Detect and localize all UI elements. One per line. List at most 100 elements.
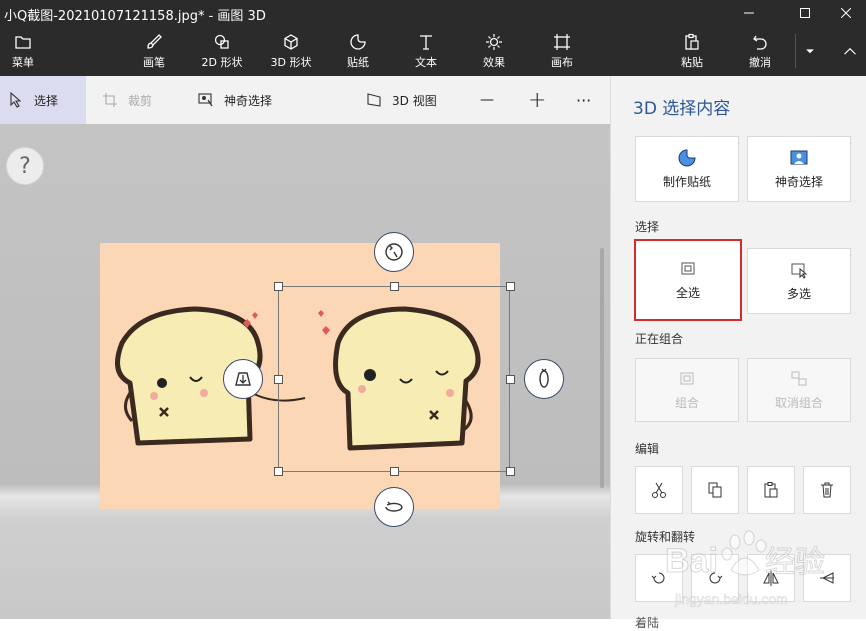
rotate-z-control[interactable]	[374, 232, 414, 272]
resize-handle-top[interactable]	[390, 282, 399, 291]
chevron-down-icon	[806, 49, 814, 54]
shapes2d-button[interactable]: 2D 形状	[196, 26, 248, 76]
make-sticker-label: 制作贴纸	[662, 174, 711, 189]
effects-button[interactable]: 效果	[476, 26, 512, 76]
ribbon: 菜单 画笔 2D 形状 3D 形状 贴纸 文本 效果 画布 粘贴 撤消	[0, 26, 866, 76]
canvas-label: 画布	[551, 55, 573, 69]
tool-toolbar: 选择 裁剪 神奇选择 3D 视图 — + ···	[0, 76, 610, 124]
zoom-out-button[interactable]: —	[480, 76, 494, 124]
flip-horizontal-button[interactable]	[747, 554, 795, 602]
sticker-icon	[678, 148, 696, 166]
resize-handle-top-left[interactable]	[274, 282, 283, 291]
undo-label: 撤消	[749, 55, 771, 69]
select-all-icon	[681, 262, 695, 274]
panel-magic-select-label: 神奇选择	[774, 174, 823, 189]
crop-tool-button[interactable]: 裁剪	[102, 76, 152, 124]
panel-title: 3D 选择内容	[633, 99, 731, 119]
rotate-icon	[385, 243, 403, 261]
menu-button[interactable]: 菜单	[6, 26, 40, 76]
flip-vertical-button[interactable]	[803, 554, 851, 602]
rotate-x-control[interactable]	[374, 487, 414, 527]
brushes-button[interactable]: 画笔	[134, 26, 174, 76]
more-options-button[interactable]: ···	[576, 76, 591, 124]
rotate-y-icon	[539, 368, 549, 388]
resize-handle-bottom-left[interactable]	[274, 467, 283, 476]
paste-panel-button[interactable]	[747, 466, 795, 514]
paste-button[interactable]: 粘贴	[674, 26, 710, 76]
collapse-ribbon-button[interactable]	[836, 26, 864, 76]
help-button[interactable]: ?	[6, 147, 44, 185]
crop-icon	[103, 93, 117, 107]
undo-button[interactable]: 撤消	[742, 26, 778, 76]
zoom-in-glyph: +	[528, 87, 547, 113]
menu-label: 菜单	[12, 55, 34, 69]
depth-control[interactable]	[223, 359, 263, 399]
delete-button[interactable]	[803, 466, 851, 514]
group-label: 组合	[674, 395, 699, 410]
effects-label: 效果	[483, 55, 505, 69]
text-button[interactable]: 文本	[408, 26, 444, 76]
group-button[interactable]: 组合	[635, 358, 739, 422]
section-more-label: 着陆	[635, 616, 660, 630]
select-tool-button[interactable]: 选择	[8, 76, 58, 124]
view3d-label: 3D 视图	[392, 93, 437, 108]
selection-panel: 3D 选择内容 制作贴纸 神奇选择 选择 全选 多选 正在组合 组合 取消组合 …	[610, 76, 866, 630]
view3d-icon	[367, 93, 381, 107]
rotate-right-button[interactable]	[691, 554, 739, 602]
resize-handle-bottom[interactable]	[390, 467, 399, 476]
paste-icon	[685, 33, 699, 50]
undo-icon	[753, 35, 767, 50]
select-all-button[interactable]: 全选	[634, 239, 742, 321]
rotate-left-icon	[651, 572, 665, 584]
window-title: 小Q截图-20210107121158.jpg* - 画图 3D	[4, 9, 266, 24]
crop-tool-label: 裁剪	[128, 93, 153, 108]
vertical-scrollbar[interactable]	[600, 248, 604, 488]
more-options-glyph: ···	[576, 90, 592, 110]
section-group-label: 正在组合	[635, 332, 684, 346]
flip-horizontal-icon	[763, 570, 779, 586]
multi-select-label: 多选	[786, 286, 811, 301]
magic-select-icon	[198, 93, 213, 107]
shapes3d-button[interactable]: 3D 形状	[264, 26, 318, 76]
magic-select-tool-button[interactable]: 神奇选择	[198, 76, 272, 124]
selection-box[interactable]	[278, 286, 510, 472]
ungroup-button[interactable]: 取消组合	[747, 358, 851, 422]
maximize-icon	[800, 8, 810, 18]
rotate-left-button[interactable]	[635, 554, 683, 602]
paste-label: 粘贴	[681, 55, 703, 69]
folder-icon	[15, 35, 31, 49]
zoom-in-button[interactable]: +	[528, 76, 546, 124]
title-bar: 小Q截图-20210107121158.jpg* - 画图 3D	[0, 0, 866, 26]
close-button[interactable]	[826, 0, 866, 26]
paste-icon	[764, 482, 778, 498]
section-rotate-label: 旋转和翻转	[635, 530, 696, 544]
stickers-button[interactable]: 贴纸	[340, 26, 376, 76]
resize-handle-right[interactable]	[506, 375, 515, 384]
group-icon	[680, 372, 694, 384]
view3d-button[interactable]: 3D 视图	[366, 76, 437, 124]
ungroup-label: 取消组合	[774, 395, 823, 410]
rotate-y-control[interactable]	[524, 359, 564, 399]
resize-handle-left[interactable]	[274, 375, 283, 384]
shapes2d-label: 2D 形状	[201, 55, 243, 69]
make-sticker-button[interactable]: 制作贴纸	[635, 136, 739, 202]
panel-magic-select-button[interactable]: 神奇选择	[747, 136, 851, 202]
brush-icon	[147, 33, 162, 49]
rotate-right-icon	[709, 572, 723, 584]
resize-handle-bottom-right[interactable]	[506, 467, 515, 476]
copy-button[interactable]	[691, 466, 739, 514]
canvas-button[interactable]: 画布	[544, 26, 580, 76]
canvas-icon	[554, 33, 570, 50]
cut-button[interactable]	[635, 466, 683, 514]
minimize-button[interactable]	[726, 0, 772, 26]
text-label: 文本	[415, 55, 437, 69]
section-select-label: 选择	[635, 220, 660, 234]
multi-select-button[interactable]: 多选	[747, 248, 851, 314]
resize-handle-top-right[interactable]	[506, 282, 515, 291]
section-edit-label: 编辑	[635, 442, 660, 456]
depth-icon	[235, 372, 251, 386]
maximize-button[interactable]	[782, 0, 828, 26]
history-dropdown-button[interactable]	[800, 26, 820, 76]
cursor-icon	[10, 92, 22, 108]
magic-select-tool-label: 神奇选择	[224, 93, 273, 108]
